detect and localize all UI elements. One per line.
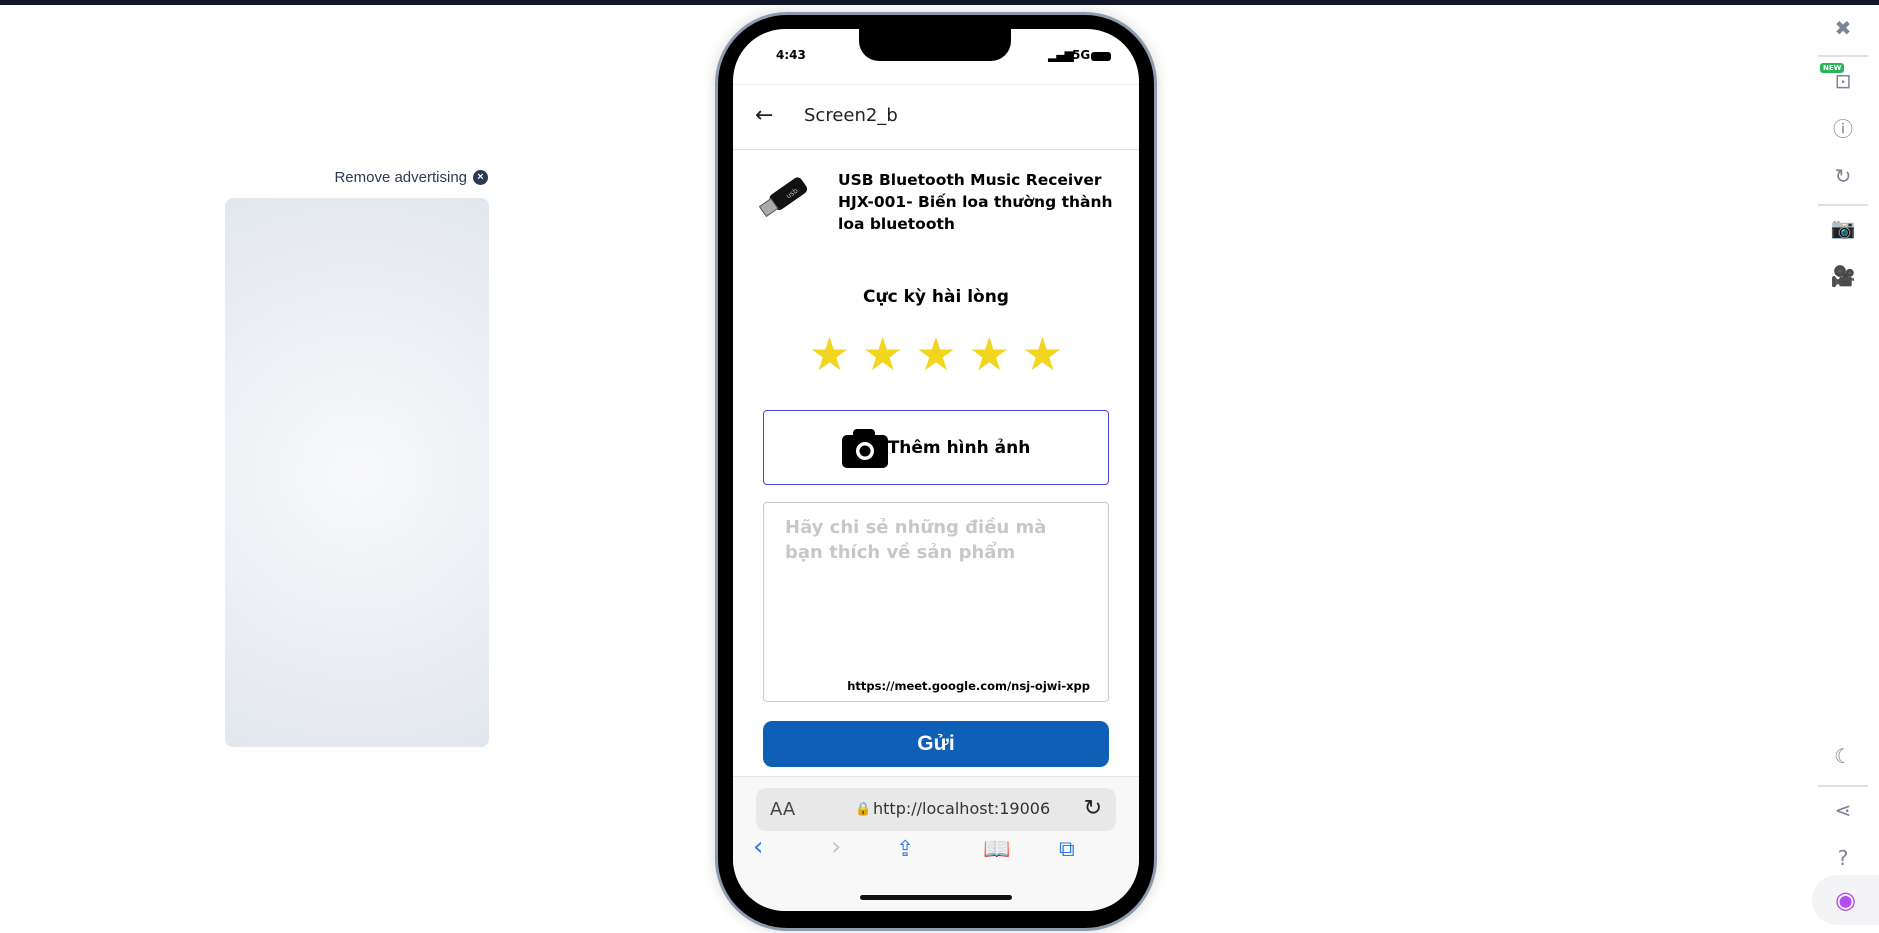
star-icon[interactable]: ★ xyxy=(809,331,850,377)
remove-advertising-link[interactable]: Remove advertising × xyxy=(334,169,488,186)
submit-button[interactable]: Gửi xyxy=(763,721,1109,767)
rotate-icon[interactable]: ↻ xyxy=(1830,163,1856,189)
share-network-icon[interactable]: ⋖ xyxy=(1830,797,1856,823)
text-size-button[interactable]: AA xyxy=(770,799,795,820)
back-arrow-icon[interactable]: ← xyxy=(755,103,773,128)
product-name: USB Bluetooth Music Receiver HJX-001- Bi… xyxy=(838,171,1113,233)
dark-mode-moon-icon[interactable]: ☾ xyxy=(1830,743,1856,769)
screenshot-camera-icon[interactable]: 📷 xyxy=(1830,215,1856,241)
reload-icon[interactable]: ↻ xyxy=(1084,796,1102,821)
info-icon[interactable]: ⓘ xyxy=(1830,114,1856,141)
browser-back-icon[interactable]: ‹ xyxy=(753,832,763,862)
browser-forward-icon[interactable]: › xyxy=(831,832,841,862)
star-icon[interactable]: ★ xyxy=(862,331,903,377)
phone-screen: 4:43 ▂▄▆ 5G ← Screen2_b usb USB Bluetoot… xyxy=(733,29,1139,911)
camera-icon xyxy=(841,428,888,468)
remove-advertising-label: Remove advertising xyxy=(334,169,467,186)
divider xyxy=(1818,55,1868,57)
notch xyxy=(859,29,1011,61)
tabs-icon[interactable]: ⧉ xyxy=(1059,837,1075,862)
brain-icon: ◉ xyxy=(1835,886,1856,914)
review-textarea[interactable]: Hãy chi sẻ những điều mà bạn thích về sả… xyxy=(763,502,1109,702)
product-image: usb xyxy=(758,177,808,218)
star-rating[interactable]: ★ ★ ★ ★ ★ xyxy=(733,331,1139,377)
ai-brain-button[interactable]: ◉ xyxy=(1812,875,1879,925)
url-text: http://localhost:19006 xyxy=(873,799,1051,818)
address-bar[interactable]: AA 🔒 http://localhost:19006 ↻ xyxy=(756,788,1116,831)
help-icon[interactable]: ? xyxy=(1830,845,1856,871)
ad-placeholder xyxy=(225,198,489,747)
divider xyxy=(1818,204,1868,206)
add-image-button[interactable]: Thêm hình ảnh xyxy=(763,410,1109,485)
review-placeholder: Hãy chi sẻ những điều mà bạn thích về sả… xyxy=(785,517,1047,563)
add-image-label: Thêm hình ảnh xyxy=(887,437,1031,458)
lock-icon: 🔒 xyxy=(855,802,872,817)
status-time: 4:43 xyxy=(776,48,806,62)
page-title: Screen2_b xyxy=(804,105,898,126)
new-badge: NEW xyxy=(1820,63,1845,73)
overlay-url-text: https://meet.google.com/nsj-ojwi-xpp xyxy=(847,679,1090,693)
rating-label: Cực kỳ hài lòng xyxy=(863,287,1009,307)
battery-icon xyxy=(1091,52,1111,61)
share-icon[interactable]: ⇪ xyxy=(896,837,914,862)
divider xyxy=(1818,785,1868,787)
close-circle-icon: × xyxy=(473,170,488,185)
signal-icon: ▂▄▆ xyxy=(1048,48,1074,62)
star-icon[interactable]: ★ xyxy=(969,331,1010,377)
top-bar xyxy=(0,0,1879,5)
network-label: 5G xyxy=(1072,48,1091,62)
home-indicator xyxy=(860,895,1012,900)
app-header: ← Screen2_b xyxy=(733,84,1139,150)
safari-bottom-bar: AA 🔒 http://localhost:19006 ↻ ‹ › ⇪ 📖 ⧉ xyxy=(733,776,1139,911)
close-icon[interactable]: ✖ xyxy=(1830,15,1856,41)
video-record-icon[interactable]: 🎥 xyxy=(1830,263,1856,289)
bookmarks-icon[interactable]: 📖 xyxy=(983,837,1010,862)
star-icon[interactable]: ★ xyxy=(1022,331,1063,377)
star-icon[interactable]: ★ xyxy=(915,331,956,377)
